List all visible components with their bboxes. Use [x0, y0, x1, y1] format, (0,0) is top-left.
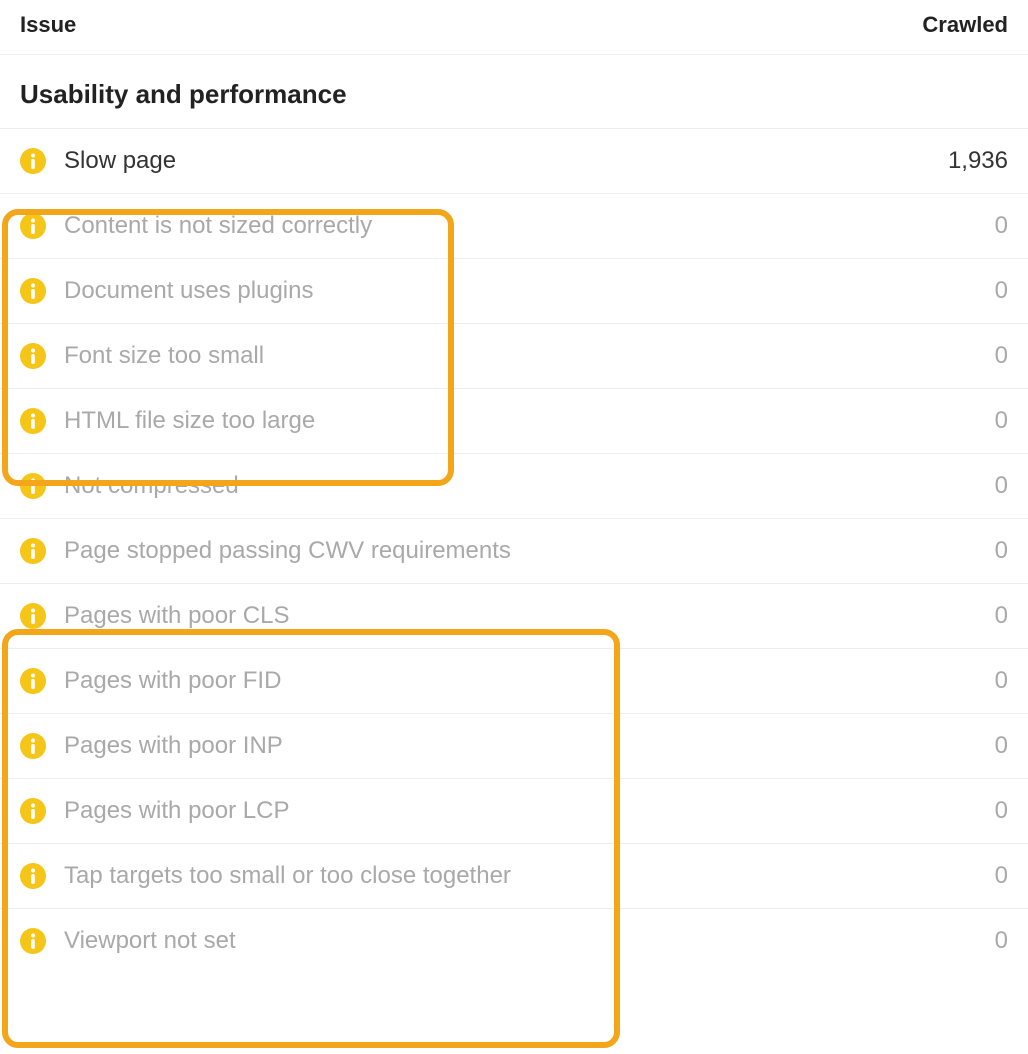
info-icon: [20, 148, 46, 174]
issue-row[interactable]: Not compressed 0: [0, 453, 1028, 518]
issue-row-left: HTML file size too large: [20, 407, 315, 435]
info-icon: [20, 278, 46, 304]
issue-row-left: Document uses plugins: [20, 277, 313, 305]
issue-row-left: Not compressed: [20, 472, 239, 500]
issue-label: Font size too small: [64, 342, 264, 370]
issue-row[interactable]: Pages with poor FID 0: [0, 648, 1028, 713]
issue-row[interactable]: Font size too small 0: [0, 323, 1028, 388]
issue-label: Content is not sized correctly: [64, 212, 372, 240]
issue-crawled-count: 0: [995, 862, 1008, 890]
issue-row-left: Tap targets too small or too close toget…: [20, 862, 511, 890]
issue-crawled-count: 0: [995, 342, 1008, 370]
issue-crawled-count: 0: [995, 927, 1008, 955]
info-icon: [20, 863, 46, 889]
info-icon: [20, 538, 46, 564]
issue-crawled-count: 1,936: [948, 147, 1008, 175]
issue-row[interactable]: Page stopped passing CWV requirements 0: [0, 518, 1028, 583]
issue-label: Not compressed: [64, 472, 239, 500]
issue-crawled-count: 0: [995, 407, 1008, 435]
issue-label: Pages with poor FID: [64, 667, 281, 695]
issue-row-left: Pages with poor FID: [20, 667, 281, 695]
issue-crawled-count: 0: [995, 472, 1008, 500]
info-icon: [20, 343, 46, 369]
issue-row[interactable]: Content is not sized correctly 0: [0, 193, 1028, 258]
issue-row-left: Slow page: [20, 147, 176, 175]
info-icon: [20, 473, 46, 499]
info-icon: [20, 928, 46, 954]
issue-row[interactable]: Viewport not set 0: [0, 908, 1028, 973]
issue-label: Document uses plugins: [64, 277, 313, 305]
issue-label: Tap targets too small or too close toget…: [64, 862, 511, 890]
issue-row[interactable]: Document uses plugins 0: [0, 258, 1028, 323]
info-icon: [20, 733, 46, 759]
info-icon: [20, 798, 46, 824]
issue-row[interactable]: Pages with poor CLS 0: [0, 583, 1028, 648]
issue-row-left: Pages with poor INP: [20, 732, 283, 760]
issue-crawled-count: 0: [995, 797, 1008, 825]
issue-row-left: Content is not sized correctly: [20, 212, 372, 240]
issue-crawled-count: 0: [995, 277, 1008, 305]
column-header-issue: Issue: [20, 12, 76, 38]
issue-row-left: Page stopped passing CWV requirements: [20, 537, 511, 565]
issue-label: Pages with poor LCP: [64, 797, 289, 825]
issue-label: Page stopped passing CWV requirements: [64, 537, 511, 565]
issue-label: HTML file size too large: [64, 407, 315, 435]
issue-row[interactable]: Pages with poor INP 0: [0, 713, 1028, 778]
issue-row-left: Pages with poor CLS: [20, 602, 289, 630]
info-icon: [20, 408, 46, 434]
issue-crawled-count: 0: [995, 537, 1008, 565]
issue-row-left: Font size too small: [20, 342, 264, 370]
issue-row-left: Viewport not set: [20, 927, 236, 955]
info-icon: [20, 213, 46, 239]
issue-row[interactable]: HTML file size too large 0: [0, 388, 1028, 453]
issue-row[interactable]: Slow page 1,936: [0, 129, 1028, 193]
issue-label: Pages with poor CLS: [64, 602, 289, 630]
issue-row-left: Pages with poor LCP: [20, 797, 289, 825]
section-title: Usability and performance: [0, 55, 1028, 129]
issue-label: Pages with poor INP: [64, 732, 283, 760]
issue-crawled-count: 0: [995, 732, 1008, 760]
column-header-crawled: Crawled: [922, 12, 1008, 38]
table-header: Issue Crawled: [0, 0, 1028, 55]
issue-label: Viewport not set: [64, 927, 236, 955]
info-icon: [20, 668, 46, 694]
issue-crawled-count: 0: [995, 602, 1008, 630]
info-icon: [20, 603, 46, 629]
issue-crawled-count: 0: [995, 667, 1008, 695]
issue-row[interactable]: Pages with poor LCP 0: [0, 778, 1028, 843]
issue-label: Slow page: [64, 147, 176, 175]
issue-row[interactable]: Tap targets too small or too close toget…: [0, 843, 1028, 908]
issue-crawled-count: 0: [995, 212, 1008, 240]
issues-list: Slow page 1,936 Content is not sized corre…: [0, 129, 1028, 973]
issues-panel: Issue Crawled Usability and performance …: [0, 0, 1028, 973]
